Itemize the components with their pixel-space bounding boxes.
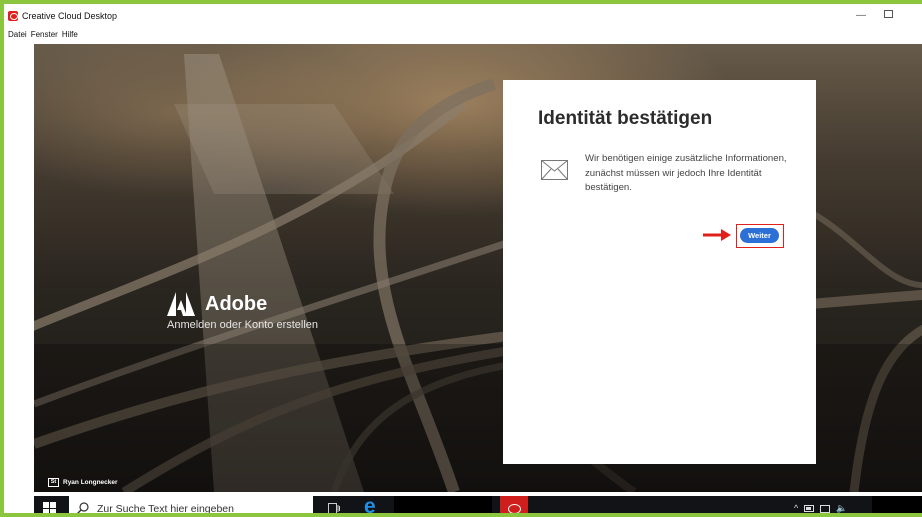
mail-icon xyxy=(541,160,568,180)
search-placeholder: Zur Suche Text hier eingeben xyxy=(97,503,234,515)
search-icon xyxy=(77,502,89,513)
photo-credit: St Ryan Longnecker xyxy=(48,478,118,490)
creative-cloud-logo-icon xyxy=(8,11,18,21)
sign-in-tagline: Anmelden oder Konto erstellen xyxy=(167,319,319,331)
task-view-icon[interactable] xyxy=(328,503,340,514)
adobe-branding: Adobe Anmelden oder Konto erstellen xyxy=(167,292,367,332)
taskbar: Zur Suche Text hier eingeben e ^ 🔈 xyxy=(34,496,922,515)
battery-icon[interactable] xyxy=(804,505,815,512)
restore-button[interactable] xyxy=(884,10,893,18)
taskbar-search-box[interactable]: Zur Suche Text hier eingeben xyxy=(69,496,313,515)
volume-icon[interactable]: 🔈 xyxy=(836,503,847,513)
adobe-logo-icon xyxy=(167,292,195,316)
network-icon[interactable] xyxy=(820,505,831,513)
minimize-button[interactable]: — xyxy=(856,10,866,21)
menu-help[interactable]: Hilfe xyxy=(62,30,78,42)
continue-button-highlight: Weiter xyxy=(736,224,784,248)
adobe-stock-icon: St xyxy=(48,478,59,487)
menu-bar: Datei Fenster Hilfe xyxy=(8,30,78,42)
photographer-name: Ryan Longnecker xyxy=(63,479,118,486)
adobe-wordmark: Adobe xyxy=(205,293,268,315)
app-window: Creative Cloud Desktop — Datei Fenster H… xyxy=(0,0,922,517)
windows-start-icon[interactable] xyxy=(43,502,57,513)
menu-window[interactable]: Fenster xyxy=(31,30,58,42)
dialog-title: Identität bestätigen xyxy=(538,108,713,129)
dialog-message: Wir benötigen einige zusätzliche Informa… xyxy=(585,153,787,193)
creative-cloud-taskbar-icon[interactable] xyxy=(500,496,528,513)
continue-button[interactable]: Weiter xyxy=(740,228,779,243)
clock-area[interactable] xyxy=(872,496,922,513)
taskbar-app-slot[interactable] xyxy=(394,496,492,513)
window-title: Creative Cloud Desktop xyxy=(22,11,118,21)
edge-browser-icon[interactable]: e xyxy=(364,496,376,514)
system-tray: ^ 🔈 xyxy=(794,503,847,513)
title-bar: Creative Cloud Desktop — xyxy=(4,4,922,30)
arrow-right-icon xyxy=(703,229,731,241)
menu-file[interactable]: Datei xyxy=(8,30,27,42)
chevron-up-icon[interactable]: ^ xyxy=(794,503,798,513)
identity-dialog: Identität bestätigen Wir benötigen einig… xyxy=(503,80,816,464)
